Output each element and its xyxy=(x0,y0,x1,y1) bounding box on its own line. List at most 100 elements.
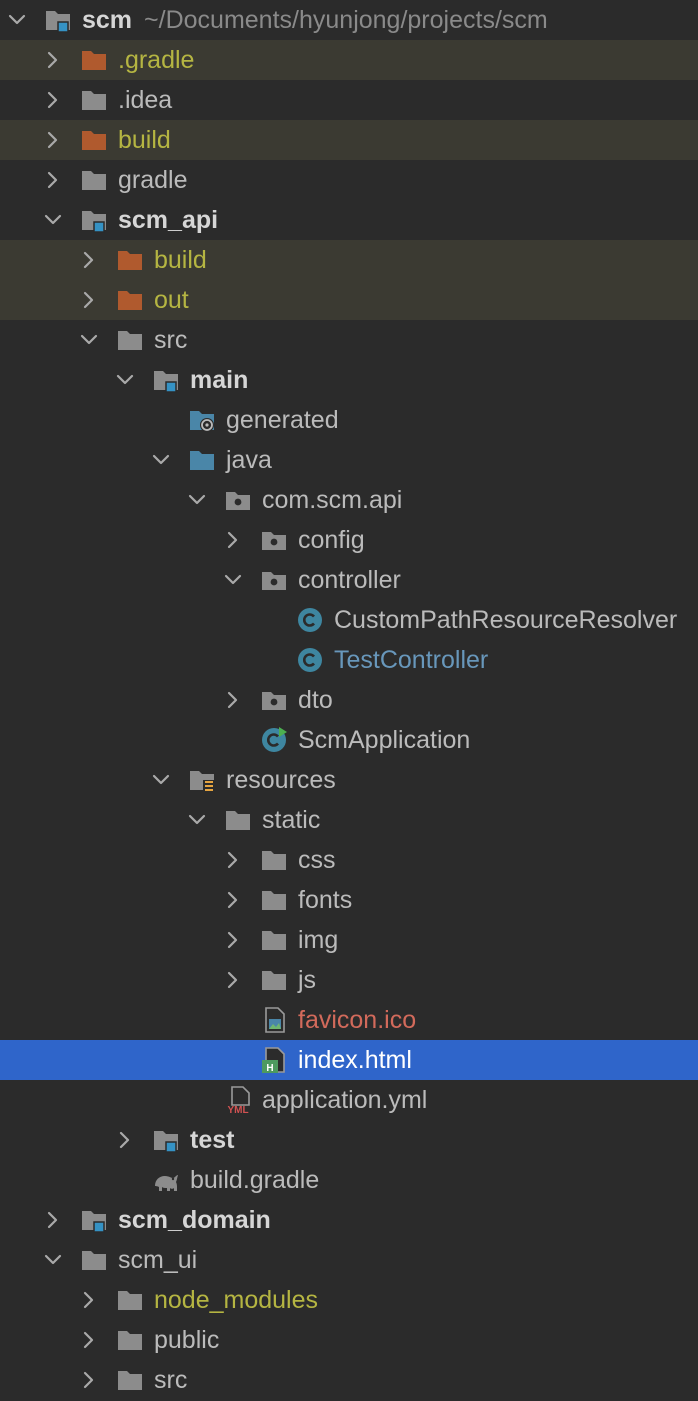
chevron-down-icon[interactable] xyxy=(148,767,174,793)
chevron-down-icon[interactable] xyxy=(76,327,102,353)
tree-row-label: index.html xyxy=(298,1046,412,1074)
chevron-down-icon[interactable] xyxy=(184,487,210,513)
tree-row[interactable]: scm_api xyxy=(0,200,698,240)
tree-row-label: src xyxy=(154,326,188,354)
tree-row-label: build xyxy=(118,126,171,154)
chevron-right-icon[interactable] xyxy=(220,527,246,553)
tree-row-label: main xyxy=(190,366,249,394)
tree-row[interactable]: resources xyxy=(0,760,698,800)
tree-row-label: build xyxy=(154,246,207,274)
folder-icon xyxy=(116,326,144,354)
module-folder-icon xyxy=(44,6,72,34)
package-icon xyxy=(260,686,288,714)
module-folder-icon xyxy=(80,1206,108,1234)
tree-row[interactable]: build.gradle xyxy=(0,1160,698,1200)
chevron-right-icon[interactable] xyxy=(76,1287,102,1313)
tree-row[interactable]: ScmApplication xyxy=(0,720,698,760)
tree-row-label: src xyxy=(154,1366,188,1394)
tree-row[interactable]: controller xyxy=(0,560,698,600)
chevron-right-icon[interactable] xyxy=(40,127,66,153)
tree-row[interactable]: .idea xyxy=(0,80,698,120)
svg-text:YML: YML xyxy=(227,1105,248,1114)
tree-row[interactable]: src xyxy=(0,320,698,360)
tree-row[interactable]: java xyxy=(0,440,698,480)
chevron-right-icon[interactable] xyxy=(40,47,66,73)
svg-text:H: H xyxy=(266,1063,273,1074)
tree-row-label: TestController xyxy=(334,646,489,674)
tree-row-label: js xyxy=(298,966,317,994)
chevron-right-icon[interactable] xyxy=(220,687,246,713)
tree-row[interactable]: com.scm.api xyxy=(0,480,698,520)
tree-row[interactable]: node_modules xyxy=(0,1280,698,1320)
tree-row[interactable]: fonts xyxy=(0,880,698,920)
chevron-down-icon[interactable] xyxy=(184,807,210,833)
tree-row[interactable]: src xyxy=(0,1360,698,1400)
tree-row-label: resources xyxy=(226,766,336,794)
tree-row-label: scm_ui xyxy=(118,1246,198,1274)
chevron-right-icon[interactable] xyxy=(220,887,246,913)
tree-row-label: generated xyxy=(226,406,339,434)
tree-row-label: ScmApplication xyxy=(298,726,471,754)
tree-row[interactable]: Hindex.html xyxy=(0,1040,698,1080)
chevron-right-icon[interactable] xyxy=(220,967,246,993)
tree-row[interactable]: public xyxy=(0,1320,698,1360)
module-folder-icon xyxy=(152,366,180,394)
tree-row[interactable]: CustomPathResourceResolver xyxy=(0,600,698,640)
excluded-folder-icon xyxy=(116,246,144,274)
chevron-right-icon[interactable] xyxy=(40,167,66,193)
tree-row[interactable]: js xyxy=(0,960,698,1000)
chevron-down-icon[interactable] xyxy=(40,207,66,233)
folder-icon xyxy=(260,886,288,914)
gradle-file-icon xyxy=(152,1166,180,1194)
chevron-right-icon[interactable] xyxy=(220,927,246,953)
resources-folder-icon xyxy=(188,766,216,794)
generated-folder-icon xyxy=(188,406,216,434)
chevron-right-icon[interactable] xyxy=(76,1327,102,1353)
tree-row[interactable]: test xyxy=(0,1120,698,1160)
image-file-icon xyxy=(260,1006,288,1034)
tree-row-label: img xyxy=(298,926,339,954)
folder-icon xyxy=(260,966,288,994)
tree-row[interactable]: build xyxy=(0,240,698,280)
chevron-right-icon[interactable] xyxy=(76,247,102,273)
tree-row[interactable]: css xyxy=(0,840,698,880)
spring-boot-class-icon xyxy=(260,726,288,754)
tree-row[interactable]: config xyxy=(0,520,698,560)
chevron-right-icon[interactable] xyxy=(112,1127,138,1153)
chevron-right-icon[interactable] xyxy=(40,87,66,113)
chevron-down-icon[interactable] xyxy=(4,7,30,33)
folder-icon xyxy=(260,926,288,954)
tree-row[interactable]: dto xyxy=(0,680,698,720)
chevron-down-icon[interactable] xyxy=(148,447,174,473)
tree-row-label: application.yml xyxy=(262,1086,428,1114)
chevron-right-icon[interactable] xyxy=(76,1367,102,1393)
tree-row[interactable]: img xyxy=(0,920,698,960)
tree-row[interactable]: scm ~/Documents/hyunjong/projects/scm xyxy=(0,0,698,40)
chevron-right-icon[interactable] xyxy=(40,1207,66,1233)
tree-row-label: java xyxy=(226,446,272,474)
chevron-down-icon[interactable] xyxy=(220,567,246,593)
tree-row[interactable]: YML application.yml xyxy=(0,1080,698,1120)
tree-row[interactable]: favicon.ico xyxy=(0,1000,698,1040)
yaml-file-icon: YML xyxy=(224,1086,252,1116)
tree-row[interactable]: main xyxy=(0,360,698,400)
package-icon xyxy=(260,526,288,554)
tree-row[interactable]: .gradle xyxy=(0,40,698,80)
tree-row[interactable]: TestController xyxy=(0,640,698,680)
tree-row[interactable]: generated xyxy=(0,400,698,440)
tree-row[interactable]: gradle xyxy=(0,160,698,200)
tree-row-label: css xyxy=(298,846,336,874)
chevron-right-icon[interactable] xyxy=(76,287,102,313)
tree-row[interactable]: out xyxy=(0,280,698,320)
module-folder-icon xyxy=(152,1126,180,1154)
html-file-icon: H xyxy=(260,1046,288,1074)
chevron-down-icon[interactable] xyxy=(112,367,138,393)
chevron-down-icon[interactable] xyxy=(40,1247,66,1273)
tree-row[interactable]: static xyxy=(0,800,698,840)
folder-icon xyxy=(260,846,288,874)
tree-row-label: build.gradle xyxy=(190,1166,320,1194)
chevron-right-icon[interactable] xyxy=(220,847,246,873)
tree-row[interactable]: scm_domain xyxy=(0,1200,698,1240)
tree-row[interactable]: build xyxy=(0,120,698,160)
tree-row[interactable]: scm_ui xyxy=(0,1240,698,1280)
